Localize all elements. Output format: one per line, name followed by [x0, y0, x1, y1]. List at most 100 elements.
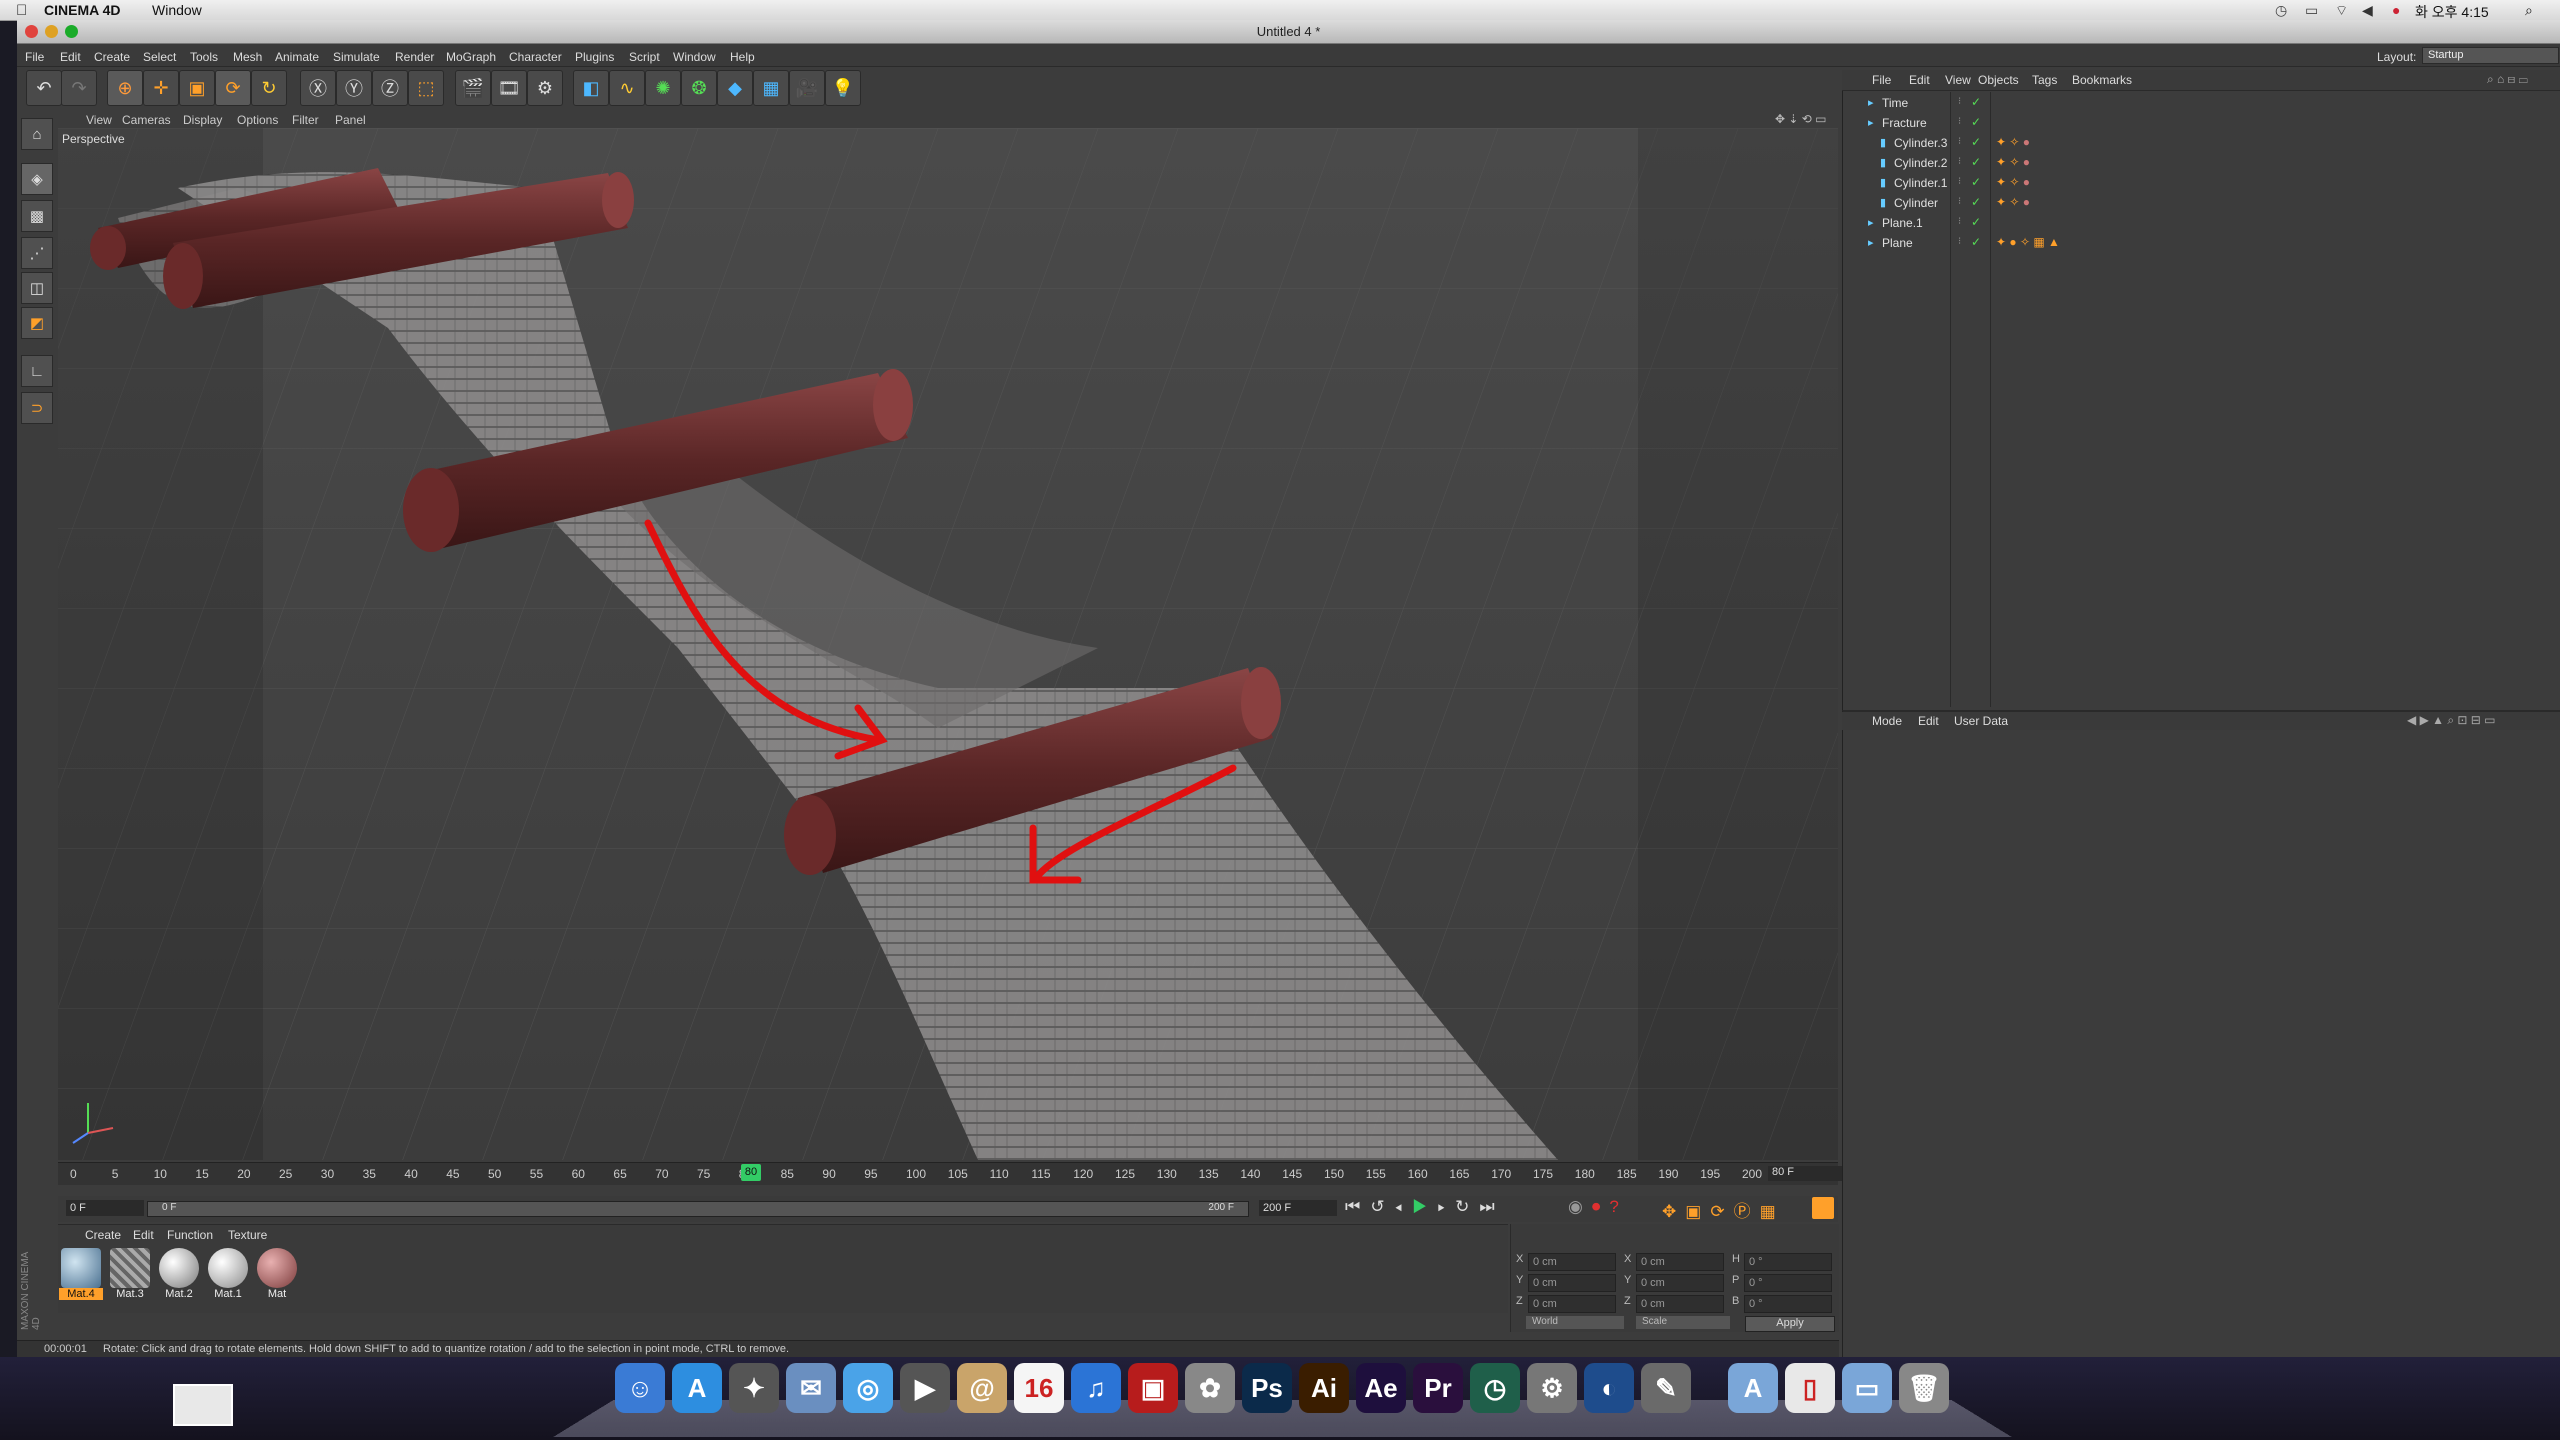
autokey-icon[interactable]: ? — [1609, 1197, 1627, 1216]
tags-icons[interactable]: ✦ ✧ ● — [1996, 195, 2030, 209]
current-frame-field[interactable]: 80 F — [1768, 1166, 1842, 1181]
input-source-icon[interactable]: ● — [2392, 2, 2400, 18]
size-field[interactable]: 0 cm — [1636, 1274, 1724, 1292]
document-icon[interactable]: ▯ — [1785, 1363, 1835, 1413]
photoshop-icon[interactable]: Ps — [1242, 1363, 1292, 1413]
array-icon[interactable]: ❂ — [681, 70, 717, 106]
finder-icon[interactable]: ☺ — [615, 1363, 665, 1413]
object-row[interactable]: ▸ Plane.1 ⁝ ✓ — [1858, 214, 2548, 234]
light-icon[interactable]: 💡 — [825, 70, 861, 106]
volume-icon[interactable]: ◀ — [2362, 2, 2373, 19]
apply-button[interactable]: Apply — [1745, 1316, 1835, 1332]
record-position-icon[interactable]: ◉ — [1568, 1197, 1592, 1216]
enabled-check-icon[interactable]: ✓ — [1971, 135, 1981, 149]
key-position-icon[interactable]: ✥ — [1662, 1202, 1685, 1221]
rotation-field[interactable]: 0 ° — [1744, 1274, 1832, 1292]
material-menu-function[interactable]: Function — [167, 1228, 213, 1242]
menu-file[interactable]: File — [25, 50, 44, 64]
recent-tools-icon[interactable]: ↻ — [251, 70, 287, 106]
downloads-folder-icon[interactable]: ▭ — [1842, 1363, 1892, 1413]
enabled-check-icon[interactable]: ✓ — [1971, 95, 1981, 109]
play-icon[interactable]: ▶ — [1412, 1197, 1437, 1216]
edges-mode-icon[interactable]: ◫ — [21, 272, 53, 304]
object-row[interactable]: ▮ Cylinder.2 ⁝ ✓ ✦ ✧ ● — [1858, 154, 2548, 174]
key-parameter-icon[interactable]: Ⓟ — [1734, 1202, 1760, 1221]
tags-icons[interactable]: ✦ ✧ ● — [1996, 135, 2030, 149]
airplay-icon[interactable]: ▭ — [2305, 2, 2318, 19]
timeline-layout-icon[interactable] — [1812, 1197, 1834, 1219]
visibility-dots-icon[interactable]: ⁝ — [1958, 96, 1961, 107]
objects-menu-view[interactable]: View — [1945, 73, 1971, 87]
itunes-icon[interactable]: ♫ — [1071, 1363, 1121, 1413]
cinema4d-icon[interactable]: ◐ — [1584, 1363, 1634, 1413]
menubar-clock[interactable]: 화 오후 4:15 — [2415, 2, 2489, 22]
size-field[interactable]: 0 cm — [1636, 1253, 1724, 1271]
render-settings-icon[interactable]: ⚙ — [527, 70, 563, 106]
next-key-icon[interactable]: ↻ — [1455, 1197, 1479, 1216]
calendar-icon[interactable]: 16 — [1014, 1363, 1064, 1413]
live-selection-icon[interactable]: ⊕ — [107, 70, 143, 106]
visibility-dots-icon[interactable]: ⁝ — [1958, 116, 1961, 127]
menu-select[interactable]: Select — [143, 50, 176, 64]
mail-icon[interactable]: ✉ — [786, 1363, 836, 1413]
object-row[interactable]: ▮ Cylinder.1 ⁝ ✓ ✦ ✧ ● — [1858, 174, 2548, 194]
key-rotation-icon[interactable]: ⟳ — [1710, 1202, 1733, 1221]
facetime-icon[interactable]: ▶ — [900, 1363, 950, 1413]
material-menu-create[interactable]: Create — [85, 1228, 121, 1242]
texture-mode-icon[interactable]: ▩ — [21, 200, 53, 232]
enabled-check-icon[interactable]: ✓ — [1971, 215, 1981, 229]
go-to-start-icon[interactable]: ⏮ — [1345, 1197, 1370, 1216]
material-menu-edit[interactable]: Edit — [133, 1228, 154, 1242]
wifi-icon[interactable]: ⌔ — [2335, 2, 2348, 20]
deformer-icon[interactable]: ◆ — [717, 70, 753, 106]
objects-menu-objects[interactable]: Objects — [1978, 73, 2019, 87]
key-scale-icon[interactable]: ▣ — [1685, 1202, 1710, 1221]
viewport-menu-cameras[interactable]: Cameras — [122, 113, 171, 127]
viewport-menu-panel[interactable]: Panel — [335, 113, 366, 127]
iphoto-icon[interactable]: ✿ — [1185, 1363, 1235, 1413]
undo-icon[interactable]: ↶ — [26, 70, 62, 106]
contacts-icon[interactable]: @ — [957, 1363, 1007, 1413]
visibility-dots-icon[interactable]: ⁝ — [1958, 156, 1961, 167]
size-field[interactable]: 0 cm — [1636, 1295, 1724, 1313]
position-field[interactable]: 0 cm — [1528, 1253, 1616, 1271]
coordinate-scale-select[interactable]: Scale — [1636, 1316, 1730, 1329]
time-machine-status-icon[interactable]: ◷ — [2275, 2, 2287, 19]
object-row[interactable]: ▸ Time ⁝ ✓ — [1858, 94, 2548, 114]
object-row[interactable]: ▮ Cylinder ⁝ ✓ ✦ ✧ ● — [1858, 194, 2548, 214]
rotate-tool-icon[interactable]: ⟳ — [215, 70, 251, 106]
menu-script[interactable]: Script — [629, 50, 660, 64]
after-effects-icon[interactable]: Ae — [1356, 1363, 1406, 1413]
tags-icons[interactable]: ✦ ✧ ● — [1996, 155, 2030, 169]
floor-icon[interactable]: ▦ — [753, 70, 789, 106]
viewport-menu-view[interactable]: View — [86, 113, 112, 127]
menu-plugins[interactable]: Plugins — [575, 50, 614, 64]
tags-icons[interactable]: ✦ ● ✧ ▦ ▲ — [1996, 235, 2060, 249]
menu-render[interactable]: Render — [395, 50, 434, 64]
menu-window[interactable]: Window — [673, 50, 716, 64]
system-preferences-icon[interactable]: ⚙ — [1527, 1363, 1577, 1413]
object-row[interactable]: ▸ Plane ⁝ ✓ ✦ ● ✧ ▦ ▲ — [1858, 234, 2548, 254]
apple-menu-icon[interactable]:  — [16, 2, 27, 19]
object-row[interactable]: ▸ Fracture ⁝ ✓ — [1858, 114, 2548, 134]
previous-key-icon[interactable]: ↺ — [1370, 1197, 1394, 1216]
render-picture-viewer-icon[interactable]: 🎞 — [491, 70, 527, 106]
go-to-end-icon[interactable]: ⏭ — [1479, 1197, 1504, 1216]
visibility-dots-icon[interactable]: ⁝ — [1958, 196, 1961, 207]
material-menu-texture[interactable]: Texture — [228, 1228, 267, 1242]
trash-icon[interactable]: 🗑 — [1899, 1363, 1949, 1413]
material-mat-4[interactable]: Mat.4 — [59, 1248, 103, 1308]
enabled-check-icon[interactable]: ✓ — [1971, 195, 1981, 209]
position-field[interactable]: 0 cm — [1528, 1295, 1616, 1313]
material-mat-2[interactable]: Mat.2 — [157, 1248, 201, 1308]
menu-simulate[interactable]: Simulate — [333, 50, 380, 64]
attributes-menu-edit[interactable]: Edit — [1918, 714, 1939, 728]
magnet-icon[interactable]: ⊃ — [21, 392, 53, 424]
menu-mesh[interactable]: Mesh — [233, 50, 262, 64]
time-machine-icon[interactable]: ◷ — [1470, 1363, 1520, 1413]
coordinate-mode-select[interactable]: World — [1526, 1316, 1624, 1329]
objects-search-icon[interactable]: ⌕ ⌂ ⊟ ▭ — [2487, 72, 2528, 87]
attributes-menu-mode[interactable]: Mode — [1872, 714, 1902, 728]
viewport-navigation-icons[interactable]: ✥ ⇣ ⟲ ▭ — [1775, 112, 1827, 126]
polygons-mode-icon[interactable]: ◩ — [21, 307, 53, 339]
